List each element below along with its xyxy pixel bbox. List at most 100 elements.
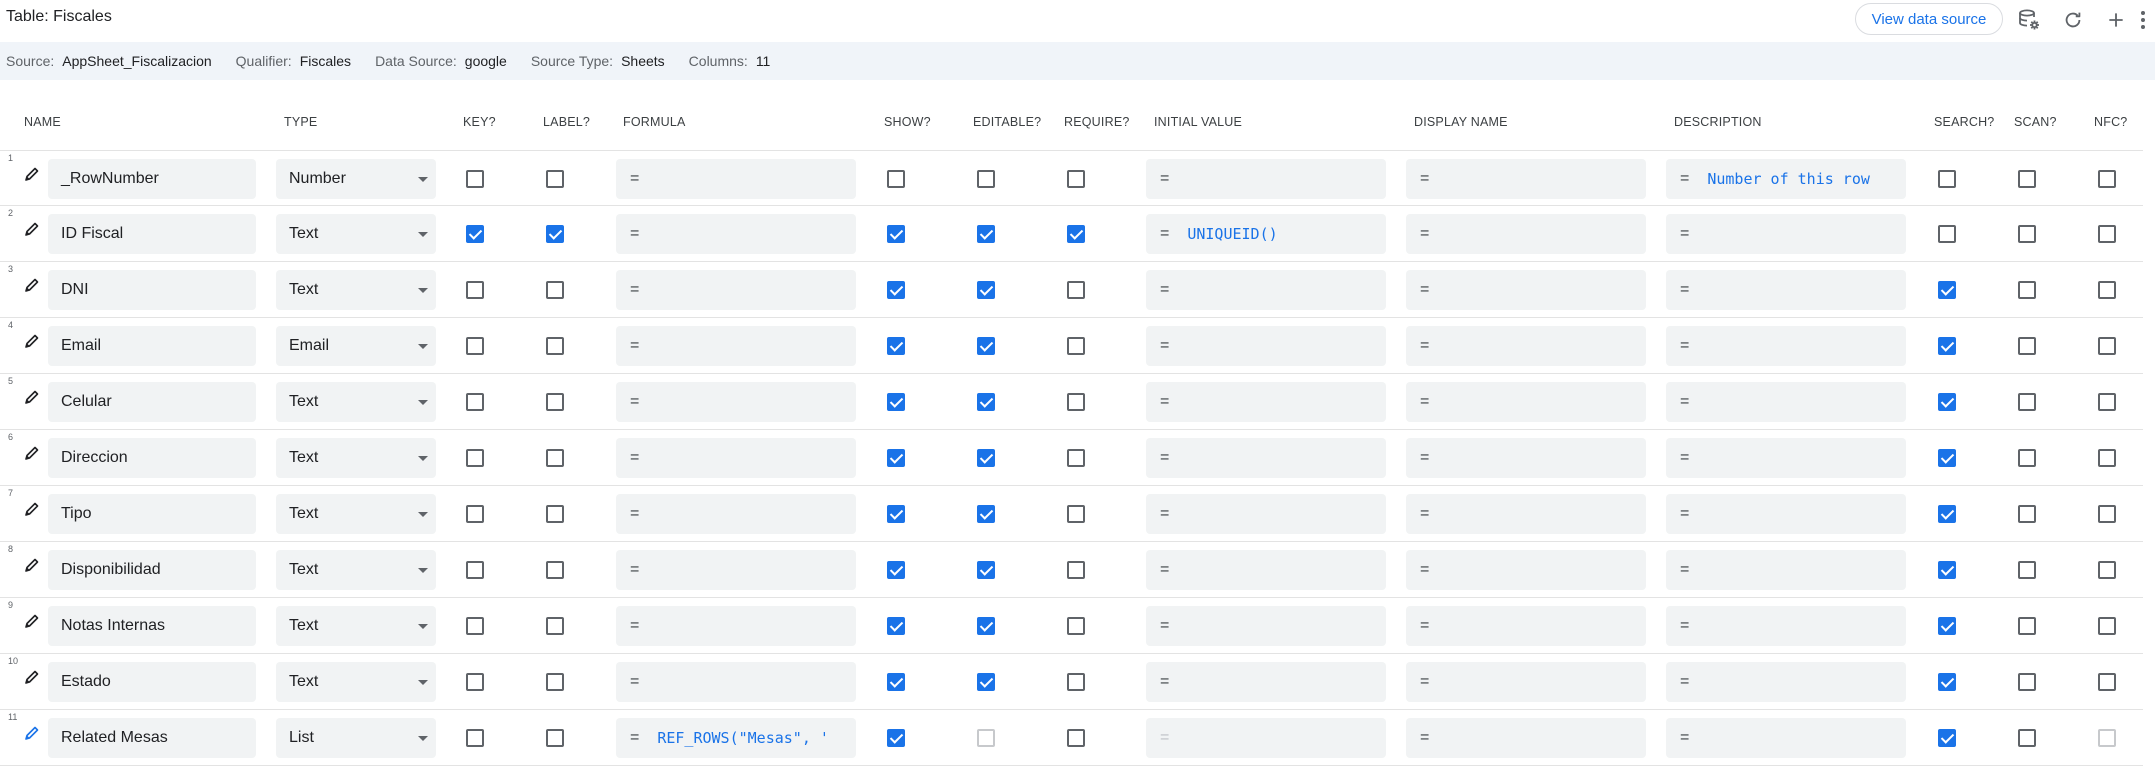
scan-checkbox[interactable] — [2018, 337, 2036, 355]
initial-expression-field[interactable]: = — [1146, 494, 1386, 534]
key-checkbox[interactable] — [466, 561, 484, 579]
require-checkbox[interactable] — [1067, 729, 1085, 747]
scan-checkbox[interactable] — [2018, 170, 2036, 188]
initial-expression-field[interactable]: = — [1146, 662, 1386, 702]
require-checkbox[interactable] — [1067, 505, 1085, 523]
initial-expression-field[interactable]: = — [1146, 606, 1386, 646]
label-checkbox[interactable] — [546, 505, 564, 523]
display-expression-field[interactable]: = — [1406, 718, 1646, 758]
search-checkbox[interactable] — [1938, 281, 1956, 299]
key-checkbox[interactable] — [466, 449, 484, 467]
show-checkbox[interactable] — [887, 281, 905, 299]
nfc-checkbox[interactable] — [2098, 505, 2116, 523]
column-name-field[interactable]: Direccion — [48, 438, 256, 478]
show-checkbox[interactable] — [887, 673, 905, 691]
description-expression-field[interactable]: = — [1666, 662, 1906, 702]
display-expression-field[interactable]: = — [1406, 662, 1646, 702]
show-checkbox[interactable] — [887, 617, 905, 635]
column-type-select[interactable]: Text — [276, 270, 436, 310]
label-checkbox[interactable] — [546, 729, 564, 747]
column-name-field[interactable]: ID Fiscal — [48, 214, 256, 254]
label-checkbox[interactable] — [546, 225, 564, 243]
formula-expression-field[interactable]: = — [616, 214, 856, 254]
display-expression-field[interactable]: = — [1406, 270, 1646, 310]
column-type-select[interactable]: Text — [276, 438, 436, 478]
column-name-field[interactable]: _RowNumber — [48, 159, 256, 199]
key-checkbox[interactable] — [466, 617, 484, 635]
scan-checkbox[interactable] — [2018, 505, 2036, 523]
nfc-checkbox[interactable] — [2098, 225, 2116, 243]
column-type-select[interactable]: Text — [276, 382, 436, 422]
edit-pencil-icon[interactable] — [24, 389, 40, 405]
search-checkbox[interactable] — [1938, 561, 1956, 579]
nfc-checkbox[interactable] — [2098, 281, 2116, 299]
edit-pencil-icon[interactable] — [24, 725, 40, 741]
edit-pencil-icon[interactable] — [24, 501, 40, 517]
scan-checkbox[interactable] — [2018, 561, 2036, 579]
label-checkbox[interactable] — [546, 561, 564, 579]
key-checkbox[interactable] — [466, 170, 484, 188]
display-expression-field[interactable]: = — [1406, 382, 1646, 422]
scan-checkbox[interactable] — [2018, 673, 2036, 691]
nfc-checkbox[interactable] — [2098, 561, 2116, 579]
show-checkbox[interactable] — [887, 449, 905, 467]
nfc-checkbox[interactable] — [2098, 673, 2116, 691]
editable-checkbox[interactable] — [977, 337, 995, 355]
require-checkbox[interactable] — [1067, 225, 1085, 243]
edit-pencil-icon[interactable] — [24, 557, 40, 573]
edit-pencil-icon[interactable] — [24, 166, 40, 182]
initial-expression-field[interactable]: = — [1146, 326, 1386, 366]
label-checkbox[interactable] — [546, 673, 564, 691]
scan-checkbox[interactable] — [2018, 729, 2036, 747]
display-expression-field[interactable]: = — [1406, 159, 1646, 199]
nfc-checkbox[interactable] — [2098, 337, 2116, 355]
display-expression-field[interactable]: = — [1406, 550, 1646, 590]
edit-pencil-icon[interactable] — [24, 669, 40, 685]
nfc-checkbox[interactable] — [2098, 170, 2116, 188]
more-vert-icon[interactable] — [2135, 6, 2151, 34]
formula-expression-field[interactable]: = REF_ROWS("Mesas", ' — [616, 718, 856, 758]
require-checkbox[interactable] — [1067, 449, 1085, 467]
formula-expression-field[interactable]: = — [616, 382, 856, 422]
display-expression-field[interactable]: = — [1406, 494, 1646, 534]
editable-checkbox[interactable] — [977, 281, 995, 299]
key-checkbox[interactable] — [466, 393, 484, 411]
key-checkbox[interactable] — [466, 281, 484, 299]
label-checkbox[interactable] — [546, 449, 564, 467]
description-expression-field[interactable]: = — [1666, 438, 1906, 478]
column-type-select[interactable]: Text — [276, 214, 436, 254]
formula-expression-field[interactable]: = — [616, 662, 856, 702]
edit-pencil-icon[interactable] — [24, 221, 40, 237]
key-checkbox[interactable] — [466, 505, 484, 523]
show-checkbox[interactable] — [887, 561, 905, 579]
editable-checkbox[interactable] — [977, 225, 995, 243]
initial-expression-field[interactable]: = — [1146, 550, 1386, 590]
display-expression-field[interactable]: = — [1406, 326, 1646, 366]
column-type-select[interactable]: Text — [276, 606, 436, 646]
formula-expression-field[interactable]: = — [616, 326, 856, 366]
key-checkbox[interactable] — [466, 673, 484, 691]
column-name-field[interactable]: Disponibilidad — [48, 550, 256, 590]
scan-checkbox[interactable] — [2018, 449, 2036, 467]
description-expression-field[interactable]: = Number of this row — [1666, 159, 1906, 199]
column-type-select[interactable]: Text — [276, 550, 436, 590]
show-checkbox[interactable] — [887, 225, 905, 243]
key-checkbox[interactable] — [466, 225, 484, 243]
require-checkbox[interactable] — [1067, 281, 1085, 299]
edit-pencil-icon[interactable] — [24, 613, 40, 629]
search-checkbox[interactable] — [1938, 449, 1956, 467]
initial-expression-field[interactable]: = — [1146, 438, 1386, 478]
display-expression-field[interactable]: = — [1406, 438, 1646, 478]
search-checkbox[interactable] — [1938, 617, 1956, 635]
scan-checkbox[interactable] — [2018, 617, 2036, 635]
label-checkbox[interactable] — [546, 337, 564, 355]
column-name-field[interactable]: Email — [48, 326, 256, 366]
column-name-field[interactable]: Notas Internas — [48, 606, 256, 646]
formula-expression-field[interactable]: = — [616, 438, 856, 478]
description-expression-field[interactable]: = — [1666, 494, 1906, 534]
require-checkbox[interactable] — [1067, 337, 1085, 355]
refresh-icon[interactable] — [2059, 6, 2087, 34]
formula-expression-field[interactable]: = — [616, 606, 856, 646]
nfc-checkbox[interactable] — [2098, 617, 2116, 635]
editable-checkbox[interactable] — [977, 505, 995, 523]
